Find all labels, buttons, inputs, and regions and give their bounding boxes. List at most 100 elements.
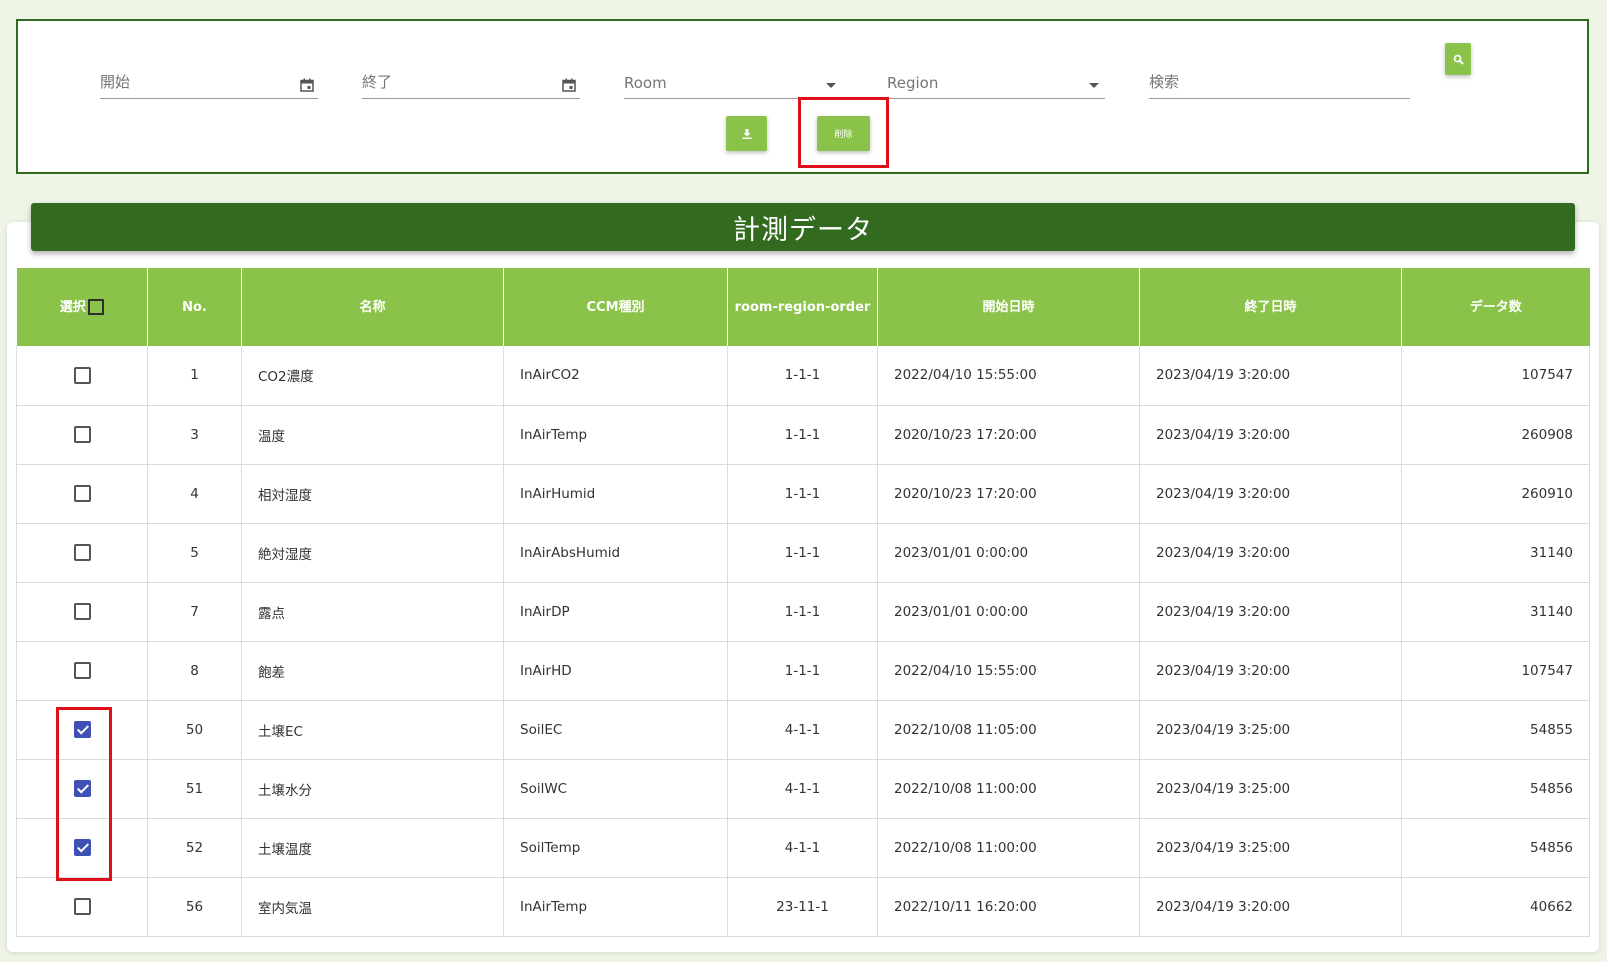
select-cell xyxy=(16,523,148,583)
region-select[interactable]: Region xyxy=(887,51,1105,99)
header-room-region-order: room-region-order xyxy=(727,268,878,346)
room-region-order-cell: 1-1-1 xyxy=(727,405,878,465)
table-row: 7 露点 InAirDP 1-1-1 2023/01/01 0:00:00 2023/04… xyxy=(16,582,1590,642)
table-row: 1 CO2濃度 InAirCO2 1-1-1 2022/04/10 15:55:00 20… xyxy=(16,346,1590,406)
room-region-order-cell: 1-1-1 xyxy=(727,523,878,583)
header-select-label: 選択 xyxy=(59,299,86,315)
ccm-cell: SoilEC xyxy=(503,700,728,760)
search-input[interactable]: 検索 xyxy=(1149,51,1410,99)
count-cell: 54856 xyxy=(1401,759,1590,819)
ccm-cell: InAirDP xyxy=(503,582,728,642)
count-cell: 260908 xyxy=(1401,405,1590,465)
start-cell: 2022/04/10 15:55:00 xyxy=(877,346,1140,406)
select-cell xyxy=(16,877,148,937)
row-checkbox[interactable] xyxy=(73,366,91,384)
start-cell: 2023/01/01 0:00:00 xyxy=(877,523,1140,583)
room-region-order-cell: 23-11-1 xyxy=(727,877,878,937)
table-row: 4 相対湿度 InAirHumid 1-1-1 2020/10/23 17:20:00 2… xyxy=(16,464,1590,524)
search-icon xyxy=(1453,54,1464,65)
no-cell: 1 xyxy=(147,346,242,406)
start-date-field[interactable]: 開始 xyxy=(100,51,318,99)
no-cell: 5 xyxy=(147,523,242,583)
no-cell: 51 xyxy=(147,759,242,819)
table-row: 8 飽差 InAirHD 1-1-1 2022/04/10 15:55:00 2023/0… xyxy=(16,641,1590,701)
table-row: 51 土壌水分 SoilWC 4-1-1 2022/10/08 11:00:00 2023… xyxy=(16,759,1590,819)
select-all-checkbox[interactable] xyxy=(87,299,104,315)
panel-title: 計測データ xyxy=(31,203,1575,251)
header-start: 開始日時 xyxy=(877,268,1140,346)
ccm-cell: InAirHD xyxy=(503,641,728,701)
calendar-icon[interactable] xyxy=(562,78,576,92)
count-cell: 260910 xyxy=(1401,464,1590,524)
count-cell: 54856 xyxy=(1401,818,1590,878)
row-checkbox[interactable] xyxy=(73,898,91,915)
select-cell xyxy=(16,464,148,524)
name-cell: 土壌温度 xyxy=(241,818,504,878)
ccm-cell: SoilWC xyxy=(503,759,728,819)
end-cell: 2023/04/19 3:25:00 xyxy=(1139,700,1402,760)
end-cell: 2023/04/19 3:20:00 xyxy=(1139,877,1402,937)
end-cell: 2023/04/19 3:20:00 xyxy=(1139,464,1402,524)
ccm-cell: SoilTemp xyxy=(503,818,728,878)
name-cell: 飽差 xyxy=(241,641,504,701)
table-row: 50 土壌EC SoilEC 4-1-1 2022/10/08 11:05:00 2023… xyxy=(16,700,1590,760)
header-count: データ数 xyxy=(1401,268,1590,346)
ccm-cell: InAirCO2 xyxy=(503,346,728,406)
name-cell: CO2濃度 xyxy=(241,346,504,406)
delete-button-highlight xyxy=(798,97,889,168)
no-cell: 50 xyxy=(147,700,242,760)
ccm-cell: InAirTemp xyxy=(503,405,728,465)
calendar-icon[interactable] xyxy=(300,78,314,92)
no-cell: 3 xyxy=(147,405,242,465)
name-cell: 室内気温 xyxy=(241,877,504,937)
name-cell: 土壌水分 xyxy=(241,759,504,819)
select-cell xyxy=(16,641,148,701)
end-date-field[interactable]: 終了 xyxy=(362,51,580,99)
room-region-order-cell: 1-1-1 xyxy=(727,464,878,524)
ccm-cell: InAirHumid xyxy=(503,464,728,524)
count-cell: 40662 xyxy=(1401,877,1590,937)
name-cell: 土壌EC xyxy=(241,700,504,760)
header-ccm: CCM種別 xyxy=(503,268,728,346)
row-checkbox[interactable] xyxy=(73,544,91,561)
checked-rows-highlight xyxy=(56,707,112,881)
row-checkbox[interactable] xyxy=(73,485,91,502)
table-header-row: 選択 No. 名称 CCM種別 room-region-order 開始日時 終… xyxy=(16,268,1590,346)
room-select[interactable]: Room xyxy=(624,51,842,99)
download-icon xyxy=(742,128,751,139)
search-button[interactable] xyxy=(1445,43,1471,75)
header-select: 選択 xyxy=(16,268,148,346)
start-cell: 2022/10/11 16:20:00 xyxy=(877,877,1140,937)
room-region-order-cell: 4-1-1 xyxy=(727,818,878,878)
select-cell xyxy=(16,582,148,642)
end-cell: 2023/04/19 3:20:00 xyxy=(1139,346,1402,406)
end-cell: 2023/04/19 3:20:00 xyxy=(1139,405,1402,465)
dropdown-arrow-icon xyxy=(1089,83,1099,88)
room-region-order-cell: 1-1-1 xyxy=(727,582,878,642)
start-date-placeholder: 開始 xyxy=(100,73,131,91)
header-name: 名称 xyxy=(241,268,504,346)
room-region-order-cell: 1-1-1 xyxy=(727,346,878,406)
row-checkbox[interactable] xyxy=(73,603,91,620)
download-button[interactable] xyxy=(726,116,767,151)
no-cell: 56 xyxy=(147,877,242,937)
name-cell: 相対湿度 xyxy=(241,464,504,524)
search-placeholder: 検索 xyxy=(1149,73,1180,91)
row-checkbox[interactable] xyxy=(73,662,91,679)
room-region-order-cell: 4-1-1 xyxy=(727,759,878,819)
start-cell: 2020/10/23 17:20:00 xyxy=(877,464,1140,524)
no-cell: 8 xyxy=(147,641,242,701)
count-cell: 31140 xyxy=(1401,582,1590,642)
no-cell: 52 xyxy=(147,818,242,878)
select-cell xyxy=(16,346,148,406)
name-cell: 絶対湿度 xyxy=(241,523,504,583)
start-cell: 2022/10/08 11:00:00 xyxy=(877,759,1140,819)
start-cell: 2023/01/01 0:00:00 xyxy=(877,582,1140,642)
start-cell: 2022/10/08 11:05:00 xyxy=(877,700,1140,760)
row-checkbox[interactable] xyxy=(73,426,91,443)
ccm-cell: InAirTemp xyxy=(503,877,728,937)
end-cell: 2023/04/19 3:20:00 xyxy=(1139,523,1402,583)
count-cell: 54855 xyxy=(1401,700,1590,760)
name-cell: 露点 xyxy=(241,582,504,642)
end-cell: 2023/04/19 3:25:00 xyxy=(1139,759,1402,819)
